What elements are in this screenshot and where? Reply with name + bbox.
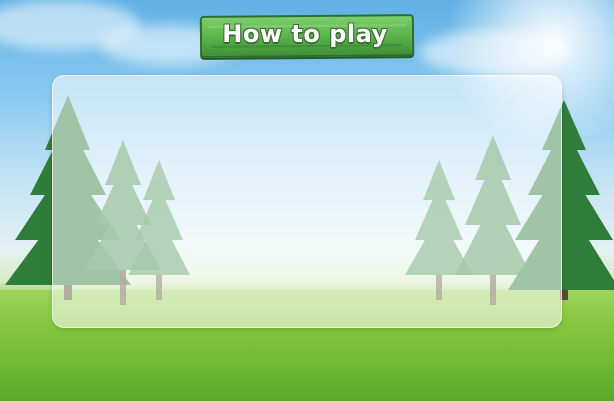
game-scene: How to play: [0, 0, 614, 401]
screen-title: How to play: [222, 20, 388, 48]
instructions-panel: [52, 75, 562, 328]
